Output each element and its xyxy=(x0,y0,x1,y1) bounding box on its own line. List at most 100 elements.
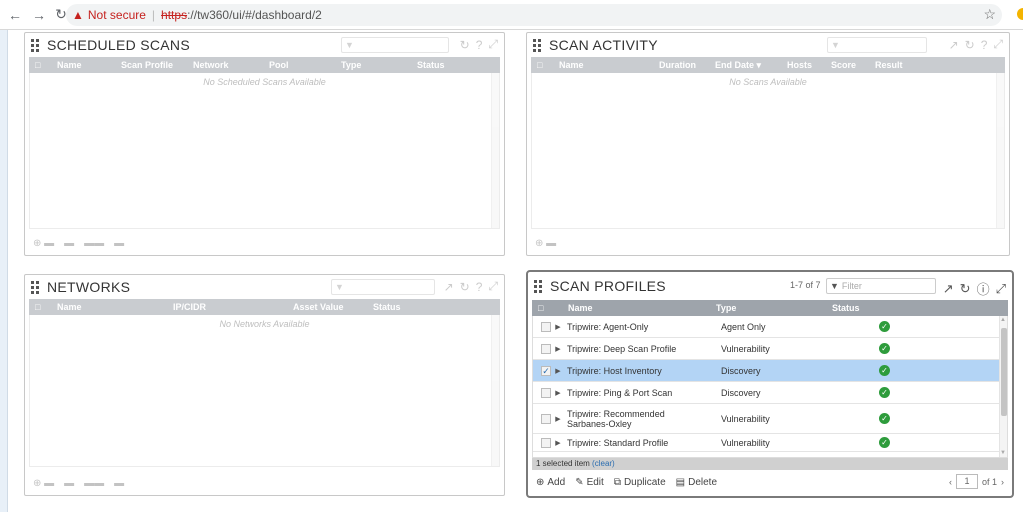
scrollbar[interactable] xyxy=(491,73,499,228)
page-input[interactable]: 1 xyxy=(955,474,978,489)
scan-profiles-panel: SCAN PROFILES 1-7 of 7 ▼ Filter ↗ ↻ ⓘ ⤢ … xyxy=(526,270,1014,498)
bookmark-star-icon[interactable]: ☆ xyxy=(983,6,996,23)
row-checkbox[interactable] xyxy=(541,413,551,424)
filter-input[interactable]: ▼ xyxy=(341,37,449,53)
delete-button[interactable]: ▤ Delete xyxy=(676,477,717,488)
row-checkbox[interactable] xyxy=(541,343,551,354)
table-row[interactable]: ▶ Tripwire: Recommended Sarbanes-Oxley V… xyxy=(533,404,1007,434)
scrollbar[interactable] xyxy=(491,315,499,466)
refresh-icon[interactable]: ↻ xyxy=(960,281,971,297)
select-all-checkbox[interactable]: □ xyxy=(532,303,562,313)
table-header: □ Name IP/CIDR Asset Value Status xyxy=(29,299,500,315)
row-checkbox[interactable] xyxy=(541,321,551,332)
expand-icon[interactable]: ⤢ xyxy=(996,281,1006,297)
expand-icon[interactable]: ⤢ xyxy=(993,37,1003,52)
table-row[interactable]: ▶ Tripwire: Standard Profile Vulnerabili… xyxy=(533,434,1007,452)
col-score[interactable]: Score xyxy=(825,60,869,70)
expand-arrow-icon[interactable]: ▶ xyxy=(551,367,565,375)
export-icon[interactable]: ↗ xyxy=(949,38,959,52)
export-icon[interactable]: ↗ xyxy=(444,280,454,294)
drag-grip-icon[interactable] xyxy=(533,39,543,52)
status-ok-icon: ✓ xyxy=(879,365,890,376)
col-scan-profile[interactable]: Scan Profile xyxy=(115,60,187,70)
col-status[interactable]: Status xyxy=(826,303,906,313)
help-icon[interactable]: ⓘ xyxy=(977,279,990,298)
filter-input[interactable]: ▼ xyxy=(331,279,435,295)
scroll-down-icon[interactable]: ▼ xyxy=(999,449,1007,457)
col-name[interactable]: Name xyxy=(51,302,167,312)
col-asset-value[interactable]: Asset Value xyxy=(287,302,367,312)
clear-selection-link[interactable]: (clear) xyxy=(592,459,615,468)
row-checkbox-checked[interactable]: ✓ xyxy=(541,365,551,376)
export-icon[interactable]: ↗ xyxy=(943,281,954,297)
expand-arrow-icon[interactable]: ▶ xyxy=(551,415,565,423)
col-name[interactable]: Name xyxy=(562,303,710,313)
col-pool[interactable]: Pool xyxy=(263,60,335,70)
address-bar[interactable]: ▲ Not secure | https ://tw360/ui/#/dashb… xyxy=(66,4,1002,26)
scrollbar[interactable] xyxy=(996,73,1004,228)
edit-button[interactable]: ▬ xyxy=(64,238,74,249)
edit-button[interactable]: ✎ Edit xyxy=(575,477,604,488)
expand-arrow-icon[interactable]: ▶ xyxy=(551,389,565,397)
forward-arrow-icon[interactable]: → xyxy=(28,4,50,26)
add-button[interactable]: ⊕ ▬ xyxy=(33,478,54,489)
col-result[interactable]: Result xyxy=(869,60,929,70)
extension-icon[interactable] xyxy=(1017,8,1023,20)
col-name[interactable]: Name xyxy=(51,60,115,70)
drag-grip-icon[interactable] xyxy=(31,281,41,294)
col-duration[interactable]: Duration xyxy=(653,60,709,70)
help-icon[interactable]: ? xyxy=(476,38,483,52)
delete-button[interactable]: ▬ xyxy=(114,238,124,249)
edit-button[interactable]: ▬ xyxy=(64,478,74,489)
col-status[interactable]: Status xyxy=(367,302,447,312)
expand-icon[interactable]: ⤢ xyxy=(488,279,498,294)
expand-arrow-icon[interactable]: ▶ xyxy=(551,439,565,447)
refresh-icon[interactable]: ↻ xyxy=(460,280,470,294)
profile-name: Tripwire: Ping & Port Scan xyxy=(567,387,673,398)
scrollbar-thumb[interactable] xyxy=(1001,328,1007,416)
help-icon[interactable]: ? xyxy=(476,280,483,294)
scrollbar[interactable]: ▲ ▼ xyxy=(999,316,1007,457)
select-all-checkbox[interactable]: □ xyxy=(29,60,51,70)
table-row[interactable]: ▶ Tripwire: Deep Scan Profile Vulnerabil… xyxy=(533,338,1007,360)
col-type[interactable]: Type xyxy=(710,303,826,313)
table-row-selected[interactable]: ✓ ▶ Tripwire: Host Inventory Discovery ✓ xyxy=(533,360,1007,382)
col-name[interactable]: Name xyxy=(553,60,653,70)
status-ok-icon: ✓ xyxy=(879,343,890,354)
scroll-up-icon[interactable]: ▲ xyxy=(999,316,1007,324)
next-page-icon[interactable]: › xyxy=(1001,477,1004,487)
col-type[interactable]: Type xyxy=(335,60,411,70)
row-checkbox[interactable] xyxy=(541,387,551,398)
expand-icon[interactable]: ⤢ xyxy=(488,37,498,52)
duplicate-button[interactable]: ▬▬ xyxy=(84,238,104,249)
filter-input[interactable]: ▼ xyxy=(827,37,927,53)
refresh-icon[interactable]: ↻ xyxy=(965,38,975,52)
table-body: No Scans Available xyxy=(531,73,1005,229)
drag-grip-icon[interactable] xyxy=(534,280,544,293)
table-header: □ Name Scan Profile Network Pool Type St… xyxy=(29,57,500,73)
prev-page-icon[interactable]: ‹ xyxy=(949,477,952,487)
col-end-date[interactable]: End Date ▾ xyxy=(709,60,781,71)
filter-input[interactable]: ▼ Filter xyxy=(826,278,936,294)
select-all-checkbox[interactable]: □ xyxy=(531,60,553,70)
expand-arrow-icon[interactable]: ▶ xyxy=(551,345,565,353)
col-network[interactable]: Network xyxy=(187,60,263,70)
drag-grip-icon[interactable] xyxy=(31,39,41,52)
duplicate-button[interactable]: ⧉ Duplicate xyxy=(614,477,666,488)
delete-button[interactable]: ▬ xyxy=(114,478,124,489)
back-arrow-icon[interactable]: ← xyxy=(4,4,26,26)
expand-arrow-icon[interactable]: ▶ xyxy=(551,323,565,331)
add-button[interactable]: ⊕ ▬ xyxy=(33,238,54,249)
help-icon[interactable]: ? xyxy=(981,38,988,52)
col-hosts[interactable]: Hosts xyxy=(781,60,825,70)
table-row[interactable]: ▶ Tripwire: Ping & Port Scan Discovery ✓ xyxy=(533,382,1007,404)
col-status[interactable]: Status xyxy=(411,60,481,70)
duplicate-button[interactable]: ▬▬ xyxy=(84,478,104,489)
add-button[interactable]: ⊕ Add xyxy=(536,477,565,488)
row-checkbox[interactable] xyxy=(541,437,551,448)
add-button[interactable]: ⊕ ▬ xyxy=(535,238,556,249)
refresh-icon[interactable]: ↻ xyxy=(460,38,470,52)
table-row[interactable]: ▶ Tripwire: Agent-Only Agent Only ✓ xyxy=(533,316,1007,338)
col-ip-cidr[interactable]: IP/CIDR xyxy=(167,302,287,312)
select-all-checkbox[interactable]: □ xyxy=(29,302,51,312)
